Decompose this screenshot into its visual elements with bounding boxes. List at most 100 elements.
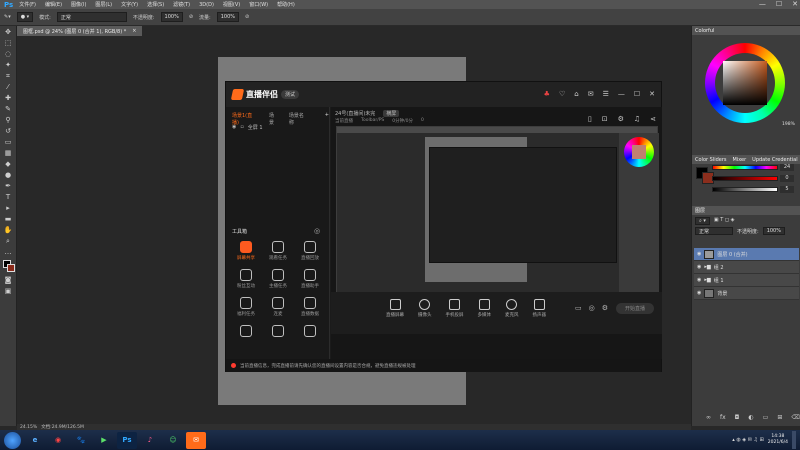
tab-color-sliders[interactable]: Color Sliders: [695, 157, 727, 163]
tool-extra-3[interactable]: [294, 325, 326, 339]
filter-icons[interactable]: ▣ T ◻ ◈: [714, 217, 735, 225]
hue-slider[interactable]: [712, 165, 778, 170]
menu-layer[interactable]: 图层(L): [95, 1, 112, 8]
menu-select[interactable]: 选择(S): [147, 1, 164, 8]
layer-row[interactable]: ◉ ▸▆ 组 2: [694, 261, 799, 274]
close-button[interactable]: ✕: [792, 0, 798, 8]
screen-mode-icon[interactable]: ▣: [4, 287, 13, 296]
layer-kind-filter[interactable]: ⌕ ▾: [695, 217, 710, 225]
lock-icon[interactable]: ⊡: [602, 115, 608, 123]
tool-host-task[interactable]: 主播任务: [262, 269, 294, 289]
tool-extra-1[interactable]: [230, 325, 262, 339]
scene-item[interactable]: ◉ ▫ 全屏 1: [232, 122, 324, 132]
layer-row[interactable]: ◉ 图层 0 (合并): [694, 248, 799, 261]
path-select-tool-icon[interactable]: ▸: [4, 204, 13, 213]
trash-icon[interactable]: ⌫: [791, 414, 799, 421]
quick-mask-icon[interactable]: ◙: [4, 276, 13, 285]
tool-assistant[interactable]: 直播助手: [294, 269, 326, 289]
mobile-icon[interactable]: ▯: [588, 115, 592, 123]
visibility-icon[interactable]: ◉: [697, 290, 701, 296]
share-icon[interactable]: ⋖: [650, 115, 656, 123]
tab-mixer[interactable]: Mixer: [733, 157, 747, 163]
music-app-icon[interactable]: 🐾: [71, 432, 91, 449]
quick-select-tool-icon[interactable]: ✦: [4, 61, 13, 70]
go-live-button[interactable]: 开始直播: [616, 303, 654, 314]
menu-view[interactable]: 视图(V): [223, 1, 240, 8]
tray-icons[interactable]: ▴ ◍ ◈ ✉ ♫ ⊞: [732, 437, 764, 443]
version-badge[interactable]: 测试: [281, 90, 300, 99]
menu-icon[interactable]: ☰: [603, 90, 609, 98]
type-tool-icon[interactable]: T: [4, 193, 13, 202]
color-wheel[interactable]: [705, 43, 785, 123]
tool-replay[interactable]: 直播回放: [294, 241, 326, 261]
layer-row[interactable]: ◉ ▸▆ 组 1: [694, 274, 799, 287]
zoom-tool-icon[interactable]: ⌕: [4, 237, 13, 246]
tool-screen-share[interactable]: 屏幕共享: [230, 241, 262, 261]
link-icon[interactable]: ∞: [706, 414, 711, 421]
recorder-icon[interactable]: ◉: [48, 432, 68, 449]
tool-data[interactable]: 直播数据: [294, 297, 326, 317]
message-icon[interactable]: ✉: [588, 90, 594, 98]
brush-tool-icon[interactable]: ✎: [4, 105, 13, 114]
crop-tool-icon[interactable]: ⌗: [4, 72, 13, 81]
menu-window[interactable]: 窗口(W): [249, 1, 268, 8]
airbrush-icon[interactable]: ⊘: [245, 14, 249, 20]
show-desktop-button[interactable]: [792, 431, 796, 449]
hue-value[interactable]: 24: [780, 164, 794, 171]
start-button[interactable]: [4, 431, 21, 449]
microphone-button[interactable]: 麦克风: [505, 299, 519, 318]
pen-tool-icon[interactable]: ✒: [4, 182, 13, 191]
close-tab-icon[interactable]: ×: [132, 28, 136, 34]
pressure-opacity-icon[interactable]: ⊘: [189, 14, 193, 20]
lasso-tool-icon[interactable]: ◌: [4, 50, 13, 59]
maximize-button[interactable]: ☐: [776, 0, 782, 8]
menu-edit[interactable]: 编辑(E): [45, 1, 62, 8]
more-tools-icon[interactable]: …: [4, 248, 13, 257]
ie-icon[interactable]: e: [25, 432, 45, 449]
visibility-icon[interactable]: ◉: [697, 251, 701, 257]
tool-watch-task[interactable]: 观看任务: [262, 241, 294, 261]
heart-icon[interactable]: ♡: [559, 90, 565, 98]
tab-colorful[interactable]: Colorful: [695, 28, 714, 34]
lock-icon[interactable]: ▫: [240, 124, 243, 130]
healing-tool-icon[interactable]: ✚: [4, 94, 13, 103]
eye-icon[interactable]: ◉: [232, 124, 236, 130]
tool-welfare[interactable]: 福利任务: [230, 297, 262, 317]
flow-input[interactable]: 100%: [216, 12, 240, 22]
blur-tool-icon[interactable]: ◆: [4, 160, 13, 169]
mask-icon[interactable]: ◘: [735, 414, 740, 421]
settings-icon[interactable]: ⚙: [602, 304, 608, 312]
adjustment-icon[interactable]: ◐: [748, 414, 753, 421]
clock[interactable]: 14:38 2021/6/4: [768, 434, 788, 446]
menu-help[interactable]: 帮助(H): [277, 1, 295, 8]
layer-row[interactable]: ◉ 背景: [694, 287, 799, 300]
shape-tool-icon[interactable]: ▬: [4, 215, 13, 224]
tool-link-mic[interactable]: 连麦: [262, 297, 294, 317]
gear-icon[interactable]: ⚙: [618, 115, 624, 123]
fx-icon[interactable]: fx: [720, 414, 726, 421]
saturation-value[interactable]: 0: [780, 175, 794, 182]
source-screen-button[interactable]: 直播屏幕: [386, 299, 404, 318]
blend-mode-select[interactable]: 正常: [695, 227, 733, 235]
bell-icon[interactable]: ♫: [634, 115, 640, 123]
dodge-tool-icon[interactable]: ●: [4, 171, 13, 180]
tool-fan-interact[interactable]: 粉丝互动: [230, 269, 262, 289]
brush-preset-picker[interactable]: ● ▾: [16, 12, 34, 22]
tab-layers[interactable]: 图层: [695, 207, 705, 214]
maximize-icon[interactable]: ☐: [634, 90, 640, 98]
zoom-level[interactable]: 24.15%: [20, 425, 37, 430]
color-swatches[interactable]: [0, 258, 16, 274]
document-tab[interactable]: 图框.psd @ 24% (图层 0 (合并 1), RGB/8) * ×: [17, 26, 143, 36]
hand-tool-icon[interactable]: ✋: [4, 226, 13, 235]
move-tool-icon[interactable]: ✥: [4, 28, 13, 37]
saturation-square[interactable]: [723, 61, 767, 105]
menu-image[interactable]: 图像(I): [71, 1, 86, 8]
source-phone-button[interactable]: 手机投屏: [446, 299, 464, 318]
menu-file[interactable]: 文件(F): [19, 1, 36, 8]
mode-select[interactable]: 正常: [56, 12, 127, 22]
toolbox-settings-icon[interactable]: ◎: [314, 227, 320, 235]
source-camera-button[interactable]: 摄像头: [418, 299, 432, 318]
close-icon[interactable]: ✕: [649, 90, 655, 98]
brightness-value[interactable]: 5: [780, 186, 794, 193]
visibility-icon[interactable]: ◉: [697, 277, 701, 283]
